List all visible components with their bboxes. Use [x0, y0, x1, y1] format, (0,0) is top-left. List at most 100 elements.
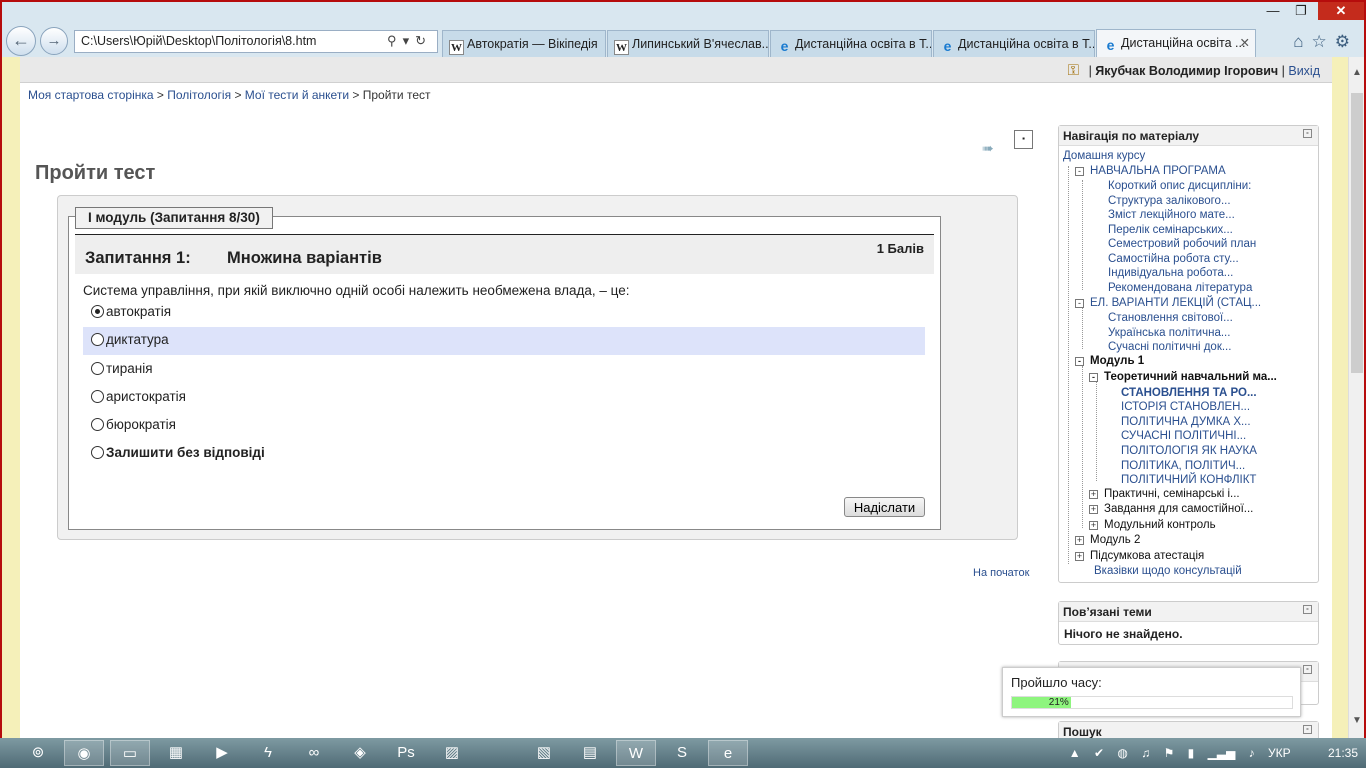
tree-expand-icon[interactable]: +: [1075, 536, 1084, 545]
submit-button[interactable]: Надіслати: [844, 497, 925, 517]
dock-arrow-icon[interactable]: ➠: [982, 140, 994, 157]
nav-item[interactable]: ПОЛІТОЛОГІЯ ЯК НАУКА: [1121, 445, 1257, 457]
nav-consultations[interactable]: Вказівки щодо консультацій: [1094, 565, 1242, 577]
folder-icon[interactable]: ▭: [110, 740, 150, 766]
visual-studio-icon[interactable]: ◈: [340, 740, 380, 766]
scroll-thumb[interactable]: [1351, 93, 1363, 373]
radio[interactable]: [91, 418, 104, 431]
answer-option[interactable]: тиранія: [83, 356, 925, 384]
nav-module-control[interactable]: + Модульний контроль: [1089, 519, 1216, 531]
nav-item[interactable]: Короткий опис дисципліни:: [1108, 180, 1251, 192]
video-editor-icon[interactable]: ▦: [156, 740, 196, 766]
radio[interactable]: [91, 362, 104, 375]
nav-item[interactable]: ПОЛІТИЧНА ДУМКА Х...: [1121, 416, 1251, 428]
nav-program[interactable]: - НАВЧАЛЬНА ПРОГРАМА: [1075, 165, 1226, 177]
breadcrumb-quizzes[interactable]: Мої тести й анкети: [245, 88, 349, 102]
tree-collapse-icon[interactable]: -: [1075, 357, 1084, 366]
nav-item[interactable]: Зміст лекційного мате...: [1108, 209, 1235, 221]
answer-option[interactable]: аристократія: [83, 384, 925, 412]
skype-icon[interactable]: S: [662, 740, 702, 766]
answer-option-skip[interactable]: Залишити без відповіді: [83, 440, 925, 468]
breadcrumb-home[interactable]: Моя стартова сторінка: [28, 88, 154, 102]
block-toggle-icon[interactable]: ▪: [1014, 130, 1033, 149]
answer-option[interactable]: бюрократія: [83, 412, 925, 440]
radio[interactable]: [91, 390, 104, 403]
radio[interactable]: [91, 446, 104, 459]
tray-language[interactable]: УКР: [1268, 746, 1291, 760]
nav-item[interactable]: Самостійна робота сту...: [1108, 253, 1239, 265]
nav-item[interactable]: Структура залікового...: [1108, 195, 1231, 207]
breadcrumb-course[interactable]: Політологія: [167, 88, 231, 102]
chrome-icon[interactable]: ◉: [64, 740, 104, 766]
start-icon[interactable]: ⊚: [18, 740, 58, 766]
word-icon[interactable]: W: [616, 740, 656, 766]
nav-item[interactable]: Сучасні політичні док...: [1108, 341, 1231, 353]
glasses-icon[interactable]: ∞: [294, 740, 334, 766]
forward-button[interactable]: →: [40, 27, 68, 55]
tab-close-icon[interactable]: ✕: [1240, 35, 1250, 50]
collapse-icon[interactable]: -: [1303, 725, 1312, 734]
settings-gear-icon[interactable]: ⚙: [1335, 32, 1358, 51]
collapse-icon[interactable]: -: [1303, 665, 1312, 674]
collapse-icon[interactable]: -: [1303, 129, 1312, 138]
nav-item[interactable]: Становлення світової...: [1108, 312, 1233, 324]
nav-self-study[interactable]: + Завдання для самостійної...: [1089, 503, 1253, 515]
media-player-icon[interactable]: ▶: [202, 740, 242, 766]
nav-item[interactable]: ІСТОРІЯ СТАНОВЛЕН...: [1121, 401, 1250, 413]
favorites-star-icon[interactable]: ☆: [1312, 32, 1335, 51]
tray-power-icon[interactable]: ▮: [1188, 746, 1195, 760]
home-icon[interactable]: ⌂: [1293, 32, 1311, 51]
nav-theory[interactable]: - Теоретичний навчальний ма...: [1089, 371, 1277, 383]
nav-item[interactable]: Перелік семінарських...: [1108, 224, 1233, 236]
nav-lectures[interactable]: - ЕЛ. ВАРІАНТИ ЛЕКЦІЙ (СТАЦ...: [1075, 297, 1261, 309]
minimize-button[interactable]: —: [1260, 2, 1286, 20]
app-icon[interactable]: ▧: [524, 740, 564, 766]
tree-expand-icon[interactable]: +: [1075, 552, 1084, 561]
address-bar[interactable]: C:\Users\Юрій\Desktop\Політологія\8.htm …: [74, 30, 438, 53]
tree-expand-icon[interactable]: +: [1089, 490, 1098, 499]
scroll-up-icon[interactable]: ▲: [1349, 67, 1364, 78]
radio-selected[interactable]: [91, 305, 104, 318]
tray-clock[interactable]: 21:35: [1328, 746, 1358, 760]
answer-option[interactable]: автократія: [83, 299, 925, 327]
nav-home[interactable]: Домашня курсу: [1063, 150, 1145, 162]
nav-item[interactable]: Індивідуальна робота...: [1108, 267, 1233, 279]
nav-item[interactable]: Українська політична...: [1108, 327, 1230, 339]
tree-collapse-icon[interactable]: -: [1075, 167, 1084, 176]
tray-arrow-icon[interactable]: ▲: [1069, 746, 1081, 760]
nav-module-1[interactable]: - Модуль 1: [1075, 355, 1144, 367]
tray-flag-icon[interactable]: ⚑: [1164, 746, 1175, 760]
nav-item[interactable]: Семестровий робочий план: [1108, 238, 1256, 250]
tab-distance-1[interactable]: e Дистанційна освіта в Т...: [770, 30, 932, 57]
tab-distance-2[interactable]: e Дистанційна освіта в Т...: [933, 30, 1095, 57]
nav-item[interactable]: СУЧАСНІ ПОЛІТИЧНІ...: [1121, 430, 1246, 442]
tab-lypynsky[interactable]: W Липинський В'ячеслав...: [607, 30, 769, 57]
tray-volume-icon[interactable]: ♫: [1141, 746, 1150, 760]
tab-autocracy[interactable]: W Автократія — Вікіпедія: [442, 30, 606, 57]
maximize-button[interactable]: ❐: [1288, 2, 1314, 20]
photoshop-icon[interactable]: Ps: [386, 740, 426, 766]
tree-expand-icon[interactable]: +: [1089, 505, 1098, 514]
back-to-top-link[interactable]: На початок: [973, 567, 1029, 579]
tool-icon[interactable]: ▨: [432, 740, 472, 766]
tray-signal-icon[interactable]: ▁▃▅: [1208, 746, 1236, 760]
nav-final[interactable]: + Підсумкова атестація: [1075, 550, 1204, 562]
tab-distance-active[interactable]: e Дистанційна освіта ... ✕: [1096, 29, 1256, 58]
nav-practical[interactable]: + Практичні, семінарські і...: [1089, 488, 1240, 500]
nav-module-2[interactable]: + Модуль 2: [1075, 534, 1140, 546]
nav-item[interactable]: ПОЛІТИЧНИЙ КОНФЛІКТ: [1121, 474, 1256, 486]
collapse-icon[interactable]: -: [1303, 605, 1312, 614]
close-window-button[interactable]: ✕: [1318, 2, 1364, 20]
tray-check-icon[interactable]: ✔: [1094, 746, 1104, 760]
calculator-icon[interactable]: ▤: [570, 740, 610, 766]
search-icon[interactable]: ⚲: [387, 33, 403, 48]
logout-link[interactable]: Вихід: [1288, 64, 1320, 78]
dropdown-icon[interactable]: ▾: [403, 33, 416, 48]
tray-app-icon[interactable]: ◍: [1117, 746, 1127, 760]
nav-item[interactable]: Рекомендована література: [1108, 282, 1252, 294]
ie-taskbar-icon[interactable]: e: [708, 740, 748, 766]
nav-item-current[interactable]: СТАНОВЛЕННЯ ТА РО...: [1121, 387, 1257, 399]
tray-sound-icon[interactable]: ♪: [1249, 746, 1255, 760]
radio[interactable]: [91, 333, 104, 346]
lightning-app-icon[interactable]: ϟ: [248, 740, 288, 766]
